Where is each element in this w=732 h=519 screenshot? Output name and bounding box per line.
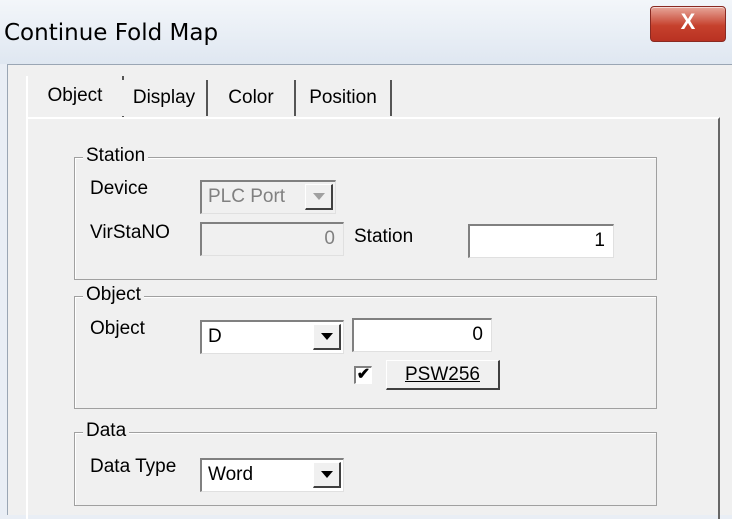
device-label: Device	[90, 178, 149, 199]
data-type-select[interactable]: Word	[200, 458, 344, 492]
virstano-field: 0	[200, 222, 344, 256]
data-legend: Data	[83, 420, 130, 442]
chevron-down-icon	[305, 184, 333, 210]
close-icon: X	[680, 9, 696, 34]
object-address-input[interactable]: 0	[352, 318, 492, 352]
close-button[interactable]: X	[650, 6, 726, 42]
title-bar: Continue Fold Map X	[0, 0, 732, 64]
window-title: Continue Fold Map	[4, 20, 219, 46]
object-legend: Object	[83, 284, 144, 306]
tab-object[interactable]: Object	[26, 76, 124, 118]
station-input[interactable]: 1	[468, 224, 614, 258]
device-select: PLC Port	[200, 180, 336, 214]
psw-button[interactable]: PSW256	[386, 360, 500, 390]
virstano-label: VirStaNO	[90, 222, 170, 243]
device-value: PLC Port	[208, 186, 286, 207]
station-group: Station	[74, 145, 657, 280]
tab-color[interactable]: Color	[208, 80, 296, 116]
psw-button-label: PSW256	[405, 364, 480, 385]
object-label: Object	[90, 318, 145, 339]
object-type-select[interactable]: D	[200, 320, 344, 354]
station-label: Station	[354, 226, 414, 247]
chevron-down-icon[interactable]	[313, 324, 341, 350]
tab-display[interactable]: Display	[122, 80, 208, 116]
data-type-value: Word	[208, 464, 254, 485]
data-type-label: Data Type	[90, 456, 177, 477]
object-type-value: D	[208, 326, 222, 347]
chevron-down-icon[interactable]	[313, 462, 341, 488]
object-group: Object	[74, 284, 657, 409]
station-legend: Station	[83, 145, 149, 167]
psw-checkbox[interactable]: ✔	[354, 366, 372, 384]
tab-position[interactable]: Position	[296, 80, 392, 116]
